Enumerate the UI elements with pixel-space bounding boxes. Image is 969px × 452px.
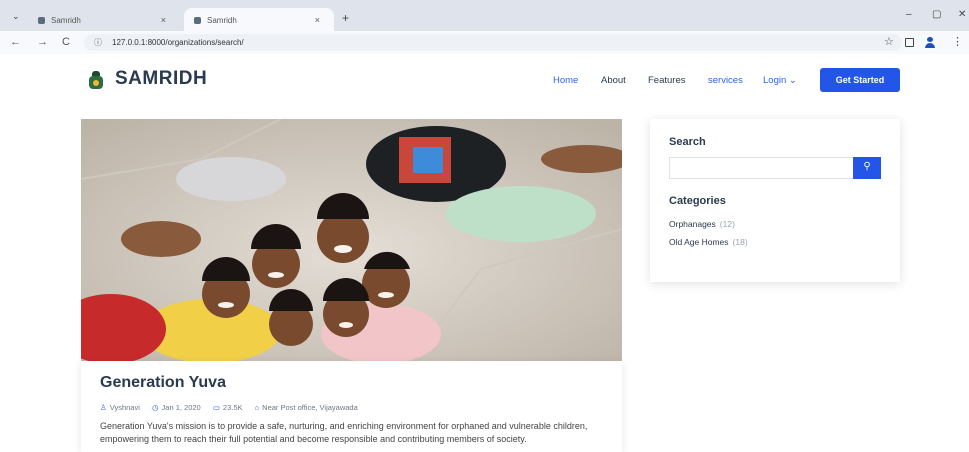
minimize-icon[interactable]: – [906, 9, 912, 20]
date: Jan 1, 2020 [161, 403, 201, 412]
post-excerpt: Generation Yuva's mission is to provide … [100, 421, 588, 444]
post-title[interactable]: Generation Yuva [100, 374, 226, 392]
back-icon[interactable]: ← [10, 36, 21, 48]
tab-search-icon[interactable]: ⌄ [12, 11, 20, 22]
nav-home[interactable]: Home [553, 75, 578, 86]
close-window-icon[interactable]: ✕ [958, 9, 966, 20]
view-count: 23.5K [222, 403, 243, 412]
tab-close-icon[interactable]: × [315, 15, 320, 25]
author[interactable]: Vyshnavi [110, 403, 140, 412]
favicon-icon [38, 17, 45, 24]
reload-icon[interactable]: C [62, 36, 70, 48]
location: Near Post office, Vijayawada [262, 403, 358, 412]
tab-close-icon[interactable]: × [161, 15, 166, 25]
categories-title: Categories [669, 195, 726, 207]
profile-icon[interactable] [925, 37, 935, 48]
comment-icon: ▭ [212, 403, 220, 412]
sidepanel-icon[interactable] [905, 38, 914, 47]
browser-chrome: ⌄ Samridh × Samridh × + – ▢ ✕ ← → C ⓘ 12… [0, 0, 969, 54]
nav-login-dropdown[interactable]: Login ⌄ [763, 75, 797, 86]
site-header: SAMRIDH Home About Features services Log… [0, 54, 969, 112]
search-button[interactable]: ⚲ [853, 157, 881, 179]
bookmark-star-icon[interactable]: ☆ [884, 35, 894, 48]
get-started-button[interactable]: Get Started [820, 68, 900, 92]
brand-name[interactable]: SAMRIDH [115, 68, 207, 90]
post-meta: ♙ Vyshnavi ◷ Jan 1, 2020 ▭ 23.5K ⌂ Near Post… [100, 403, 368, 412]
favicon-icon [194, 17, 201, 24]
search-icon: ⚲ [863, 161, 871, 172]
children-photo [81, 119, 622, 361]
post-card: Generation Yuva ♙ Vyshnavi ◷ Jan 1, 2020 ▭… [81, 361, 622, 452]
category-orphanages[interactable]: Orphanages (12) [669, 219, 735, 229]
sidebar: Search ⚲ Categories Orphanages (12) Old A… [650, 119, 900, 282]
clock-icon: ◷ [151, 403, 159, 412]
tab-title: Samridh [51, 16, 81, 25]
home-icon: ⌂ [254, 403, 260, 412]
search-title: Search [669, 136, 706, 148]
nav-features[interactable]: Features [648, 75, 686, 86]
url-field[interactable]: ⓘ 127.0.0.1:8000/organizations/search/ [84, 34, 902, 51]
person-icon: ♙ [100, 403, 107, 412]
tab-title: Samridh [207, 16, 237, 25]
address-bar: ← → C ⓘ 127.0.0.1:8000/organizations/sea… [0, 31, 969, 54]
nav-services[interactable]: services [708, 75, 743, 86]
tab-strip: ⌄ Samridh × Samridh × + – ▢ ✕ [0, 0, 969, 34]
money-jar-logo-icon[interactable] [88, 71, 104, 89]
browser-menu-icon[interactable]: ⋮ [952, 35, 963, 48]
nav-about[interactable]: About [601, 75, 626, 86]
new-tab-icon[interactable]: + [342, 11, 349, 25]
url-text: 127.0.0.1:8000/organizations/search/ [112, 38, 244, 47]
category-old-age-homes[interactable]: Old Age Homes (18) [669, 237, 748, 247]
forward-icon[interactable]: → [37, 36, 48, 48]
post-image[interactable] [81, 119, 622, 361]
search-input[interactable] [669, 157, 854, 179]
maximize-icon[interactable]: ▢ [932, 9, 941, 20]
site-info-icon[interactable]: ⓘ [94, 37, 102, 48]
